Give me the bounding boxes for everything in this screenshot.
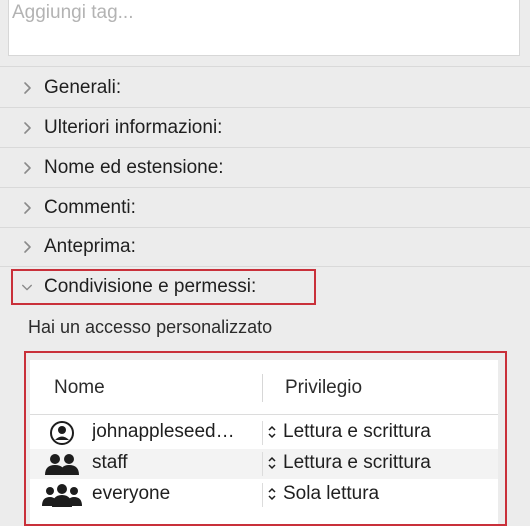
section-nome-estensione[interactable]: Nome ed estensione: xyxy=(0,149,530,187)
chevron-right-icon xyxy=(21,81,33,95)
divider xyxy=(0,107,530,108)
tags-input[interactable] xyxy=(9,0,492,27)
highlight-box xyxy=(24,351,507,526)
chevron-right-icon xyxy=(21,161,33,175)
chevron-right-icon xyxy=(21,201,33,215)
section-label: Nome ed estensione: xyxy=(44,157,224,178)
access-status-text: Hai un accesso personalizzato xyxy=(28,317,273,337)
section-label: Commenti: xyxy=(44,197,136,218)
chevron-right-icon xyxy=(21,121,33,135)
highlight-box xyxy=(11,269,316,305)
divider xyxy=(0,187,530,188)
divider xyxy=(0,66,530,67)
section-ulteriori-informazioni[interactable]: Ulteriori informazioni: xyxy=(0,109,530,147)
divider xyxy=(0,147,530,148)
section-label: Ulteriori informazioni: xyxy=(44,117,223,138)
divider xyxy=(0,266,530,267)
section-label: Anteprima: xyxy=(44,236,136,257)
chevron-right-icon xyxy=(21,240,33,254)
section-generali[interactable]: Generali: xyxy=(0,69,530,107)
section-commenti[interactable]: Commenti: xyxy=(0,189,530,227)
section-anteprima[interactable]: Anteprima: xyxy=(0,228,530,266)
section-label: Generali: xyxy=(44,77,122,98)
tags-field[interactable] xyxy=(8,0,520,56)
